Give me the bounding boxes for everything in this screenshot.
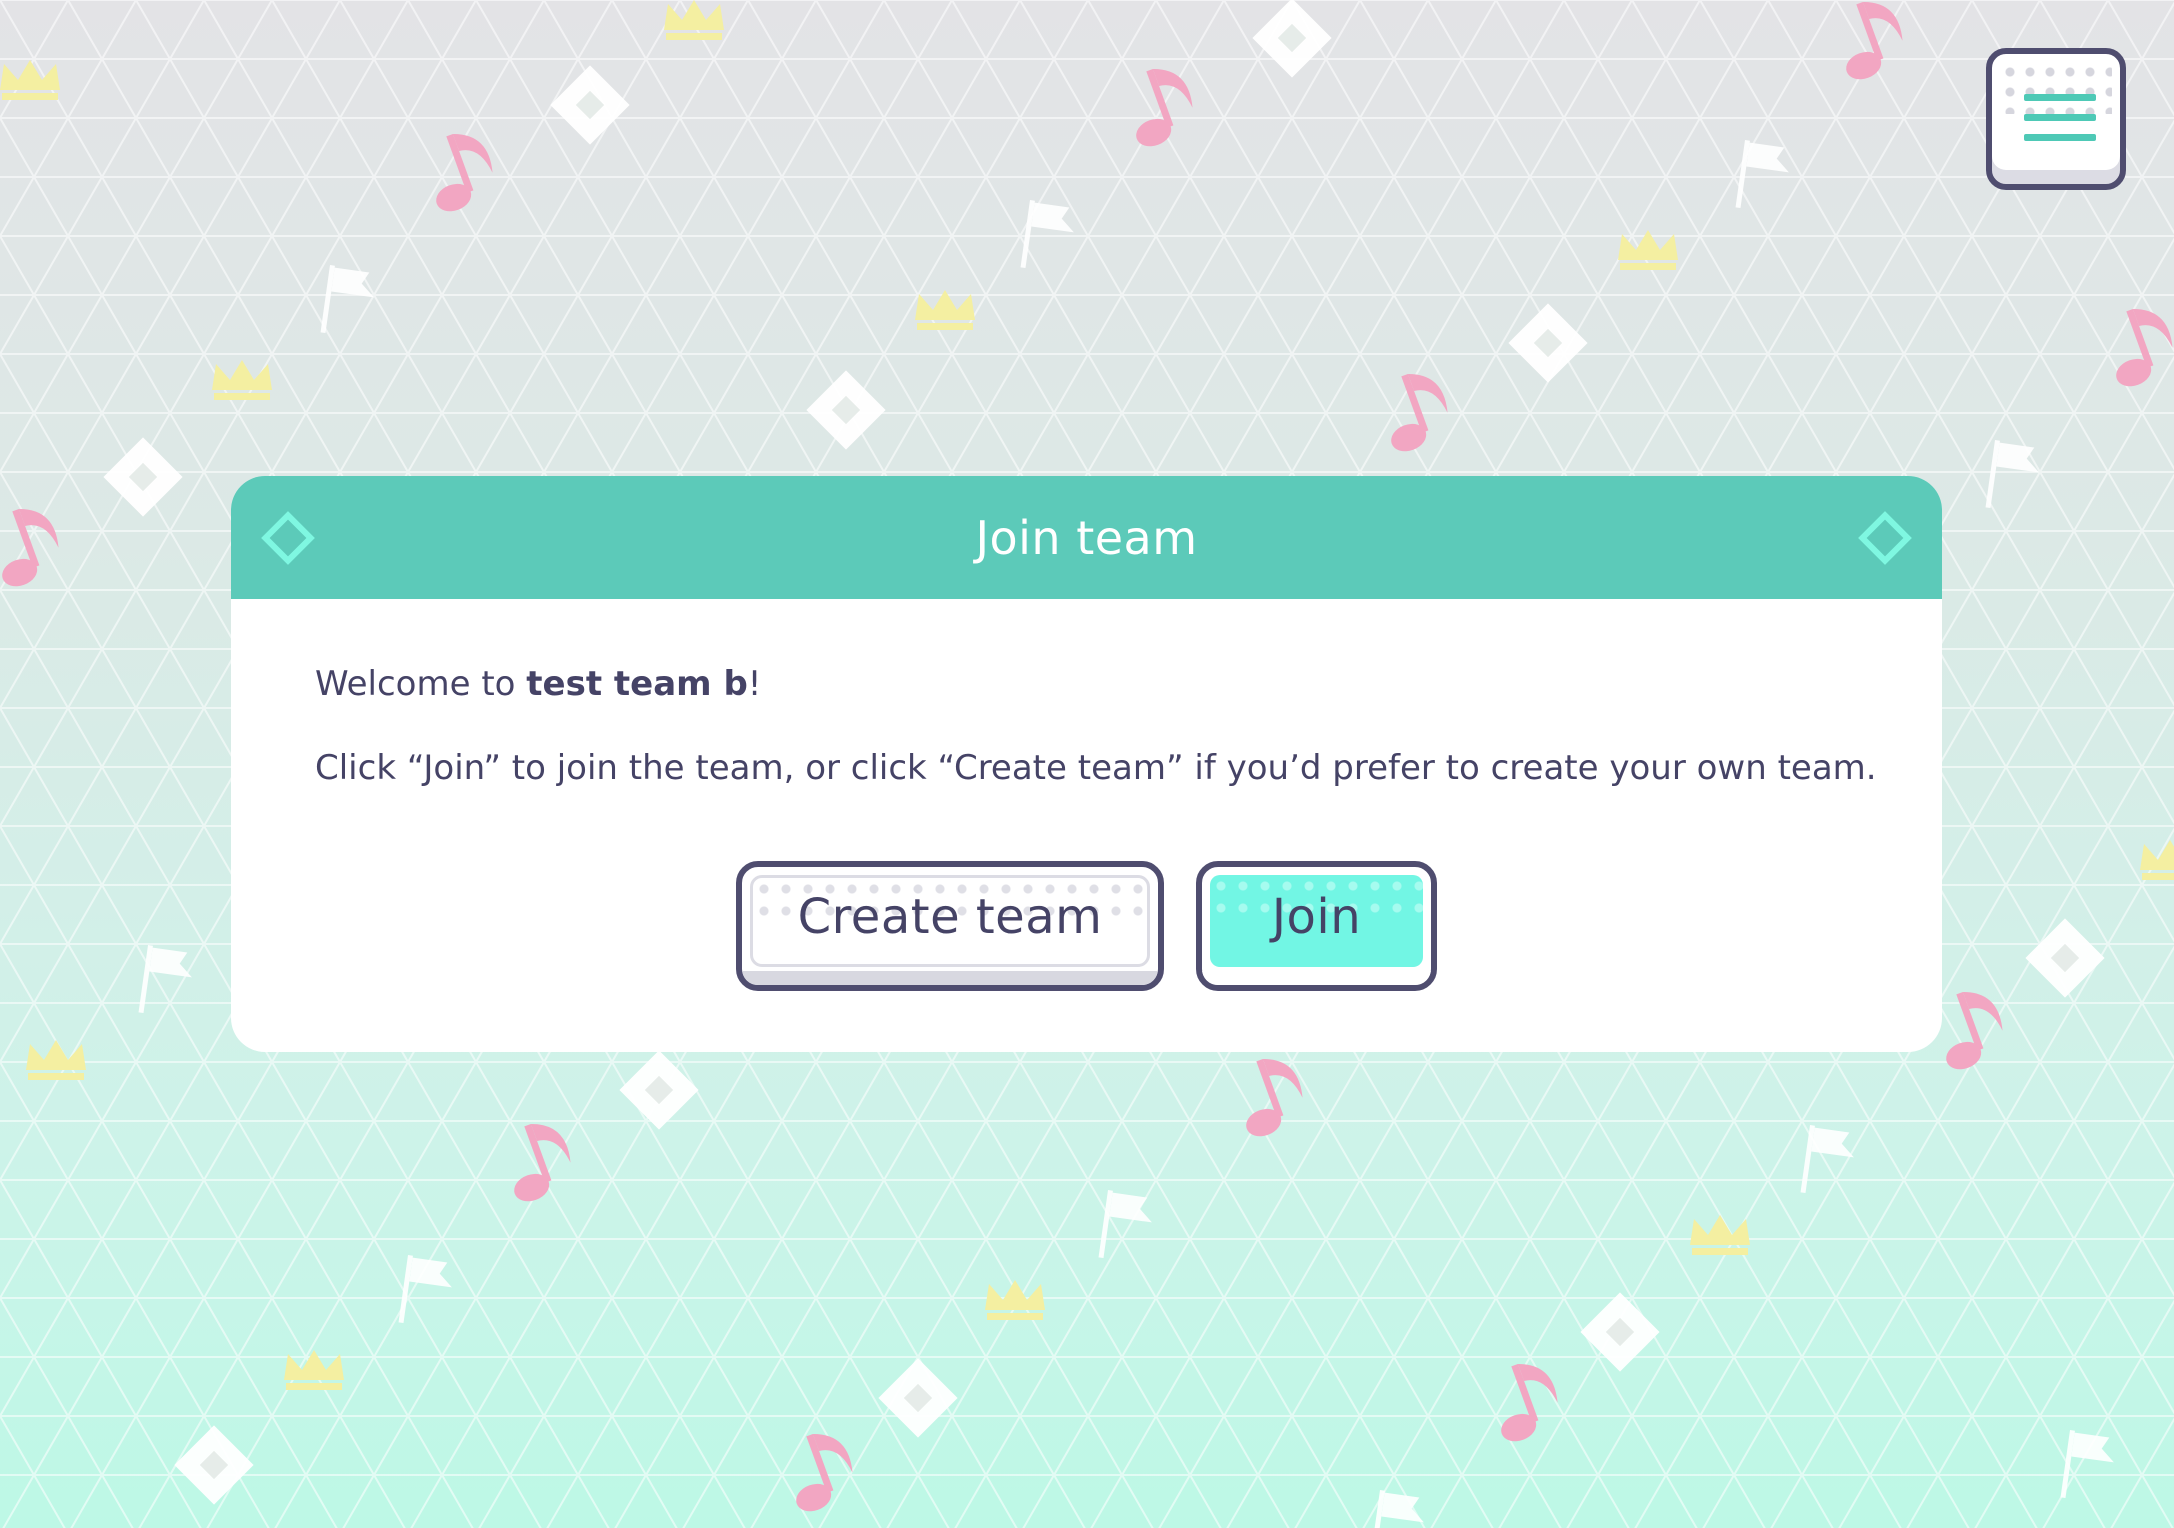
- dialog-body: Welcome to test team b! Click “Join” to …: [231, 599, 1942, 792]
- welcome-prefix: Welcome to: [315, 664, 527, 704]
- dialog-header: Join team: [231, 476, 1942, 599]
- create-team-button-shade: [742, 971, 1158, 985]
- menu-button[interactable]: [1986, 48, 2126, 190]
- join-button[interactable]: Join: [1196, 861, 1437, 991]
- welcome-message: Welcome to test team b!: [315, 661, 1942, 709]
- team-name: test team b: [526, 664, 748, 704]
- instructions-text: Click “Join” to join the team, or click …: [315, 747, 1877, 788]
- dialog-title: Join team: [975, 510, 1198, 565]
- menu-button-texture: [2000, 62, 2112, 114]
- join-label: Join: [1271, 889, 1362, 945]
- create-team-label: Create team: [797, 889, 1103, 945]
- join-team-dialog: Join team Welcome to test team b! Click …: [231, 476, 1942, 1052]
- diamond-icon: [261, 510, 315, 565]
- create-team-button[interactable]: Create team: [736, 861, 1164, 991]
- dialog-actions: Create team Join: [231, 861, 1942, 991]
- welcome-suffix: !: [747, 664, 762, 704]
- join-button-shade: [1202, 971, 1431, 985]
- diamond-icon: [1858, 510, 1912, 565]
